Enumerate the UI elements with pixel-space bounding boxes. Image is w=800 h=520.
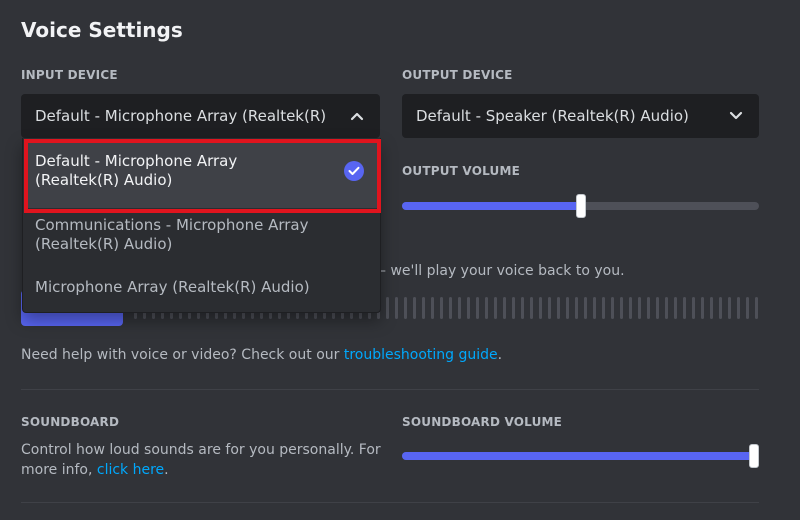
chevron-up-icon [348, 107, 366, 125]
option-communications-line1: Communications - Microphone Array [35, 216, 309, 234]
mic-level-bar [584, 297, 587, 319]
mic-level-bar [413, 297, 416, 319]
mic-level-bar [458, 297, 461, 319]
mic-level-bar [692, 297, 695, 319]
mic-level-bar [386, 297, 389, 319]
mic-level-bar [638, 297, 641, 319]
mic-level-bar [503, 297, 506, 319]
help-suffix: . [497, 347, 503, 363]
section-divider [21, 389, 759, 390]
soundboard-desc-line2: more info, click here. [21, 460, 381, 480]
output-volume-handle[interactable] [576, 194, 586, 218]
mic-level-bar [494, 297, 497, 319]
mic-level-bar [530, 297, 533, 319]
mic-level-bar [746, 297, 749, 319]
help-text: Need help with voice or video? Check out… [21, 345, 502, 365]
mic-level-bar [593, 297, 596, 319]
mic-level-bar [422, 297, 425, 319]
dropdown-option-microphone-array[interactable]: Microphone Array (Realtek(R) Audio) [23, 272, 380, 308]
mic-level-bar [611, 297, 614, 319]
soundboard-description: Control how loud sounds are for you pers… [21, 440, 381, 480]
mic-level-bar [602, 297, 605, 319]
mic-level-bar [431, 297, 434, 319]
mic-level-bar [512, 297, 515, 319]
mic-level-bar [629, 297, 632, 319]
soundboard-desc-prefix: more info, [21, 462, 97, 478]
troubleshooting-link[interactable]: troubleshooting guide [344, 347, 498, 363]
mic-level-bar [719, 297, 722, 319]
help-prefix: Need help with voice or video? Check out… [21, 347, 344, 363]
mic-level-bar [566, 297, 569, 319]
mic-level-bar [755, 297, 758, 319]
output-volume-label: OUTPUT VOLUME [402, 164, 521, 178]
option-default-line1: Default - Microphone Array [35, 152, 238, 170]
checkmark-icon [344, 161, 364, 181]
output-device-label: OUTPUT DEVICE [402, 68, 513, 82]
mic-level-bar [521, 297, 524, 319]
mic-level-bar [557, 297, 560, 319]
mic-level-bar [449, 297, 452, 319]
mic-level-bar [656, 297, 659, 319]
mic-level-bar [476, 297, 479, 319]
mic-level-bar [683, 297, 686, 319]
mic-level-bar [485, 297, 488, 319]
mic-level-bar [710, 297, 713, 319]
mic-level-bar [467, 297, 470, 319]
bottom-divider [21, 502, 759, 503]
soundboard-volume-handle[interactable] [749, 444, 759, 468]
soundboard-desc-suffix: . [164, 462, 169, 478]
mic-level-bar [620, 297, 623, 319]
mic-level-bar [575, 297, 578, 319]
chevron-down-icon [727, 107, 745, 125]
output-device-value: Default - Speaker (Realtek(R) Audio) [416, 107, 689, 125]
mic-level-bar [737, 297, 740, 319]
soundboard-volume-fill [402, 452, 754, 460]
output-volume-slider[interactable] [402, 194, 759, 218]
mic-level-bar [674, 297, 677, 319]
option-default-line2: (Realtek(R) Audio) [35, 171, 173, 189]
mic-level-bar [395, 297, 398, 319]
dropdown-option-default[interactable]: Default - Microphone Array (Realtek(R) A… [23, 138, 380, 208]
mic-level-bar [701, 297, 704, 319]
click-here-link[interactable]: click here [97, 462, 164, 478]
input-device-label: INPUT DEVICE [21, 68, 118, 82]
mic-level-bar [548, 297, 551, 319]
soundboard-volume-label: SOUNDBOARD VOLUME [402, 415, 563, 429]
input-device-select[interactable]: Default - Microphone Array (Realtek(R) [21, 94, 380, 138]
input-device-dropdown: Default - Microphone Array (Realtek(R) A… [22, 138, 381, 313]
mic-level-bar [728, 297, 731, 319]
mic-level-bar [404, 297, 407, 319]
mic-level-bar [539, 297, 542, 319]
mic-level-bar [440, 297, 443, 319]
soundboard-volume-slider[interactable] [402, 444, 759, 468]
option-microphone-array-label: Microphone Array (Realtek(R) Audio) [35, 278, 310, 296]
dropdown-option-communications[interactable]: Communications - Microphone Array (Realt… [23, 210, 380, 266]
soundboard-desc-line1: Control how loud sounds are for you pers… [21, 442, 381, 458]
output-volume-fill [402, 202, 581, 210]
mic-level-bar [647, 297, 650, 319]
page-title: Voice Settings [21, 18, 183, 42]
output-device-select[interactable]: Default - Speaker (Realtek(R) Audio) [402, 94, 759, 138]
input-device-value: Default - Microphone Array (Realtek(R) [35, 107, 327, 125]
option-communications-line2: (Realtek(R) Audio) [35, 235, 173, 253]
soundboard-label: SOUNDBOARD [21, 415, 120, 429]
mic-test-description: – we'll play your voice back to you. [379, 263, 625, 279]
mic-level-bar [665, 297, 668, 319]
